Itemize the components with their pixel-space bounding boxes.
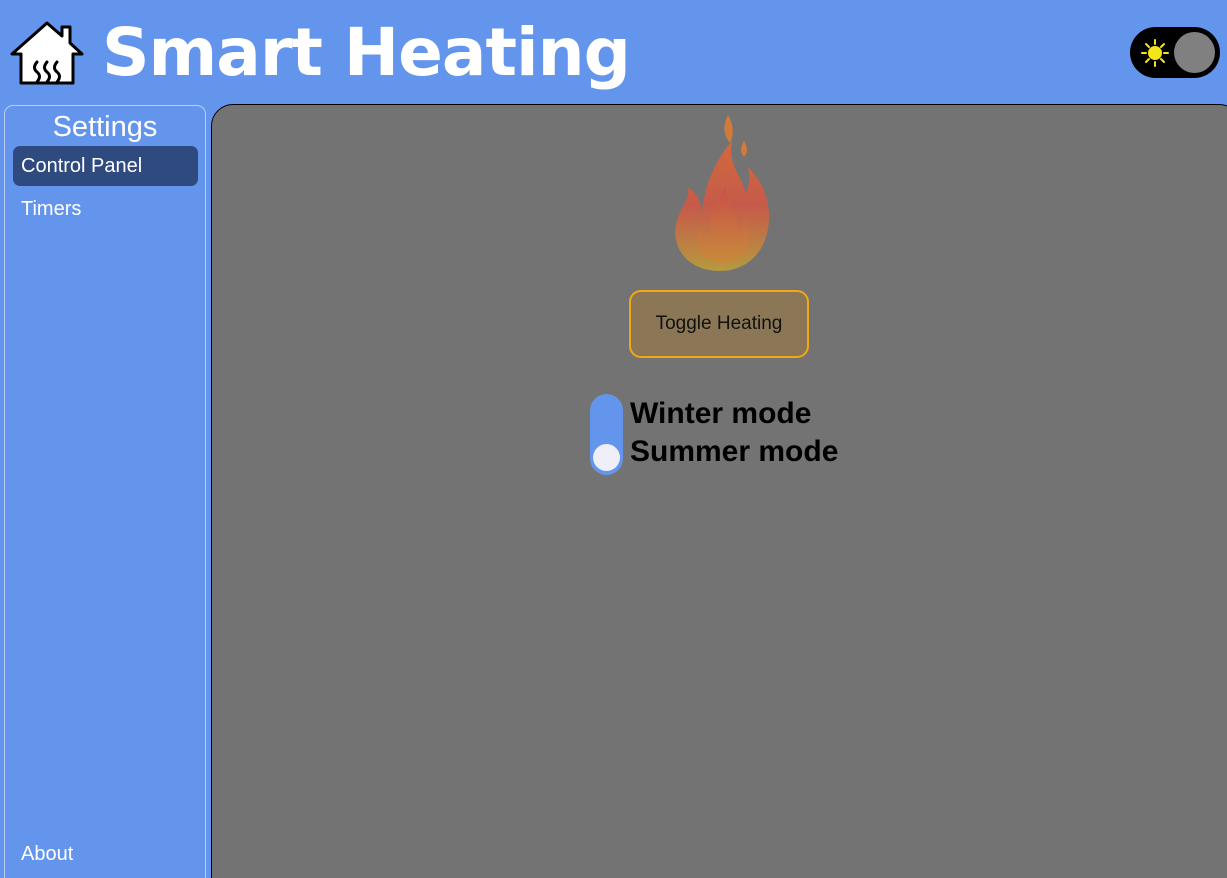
sun-icon: [1141, 39, 1169, 67]
flame-icon: [675, 115, 770, 271]
app-window: Smart Heating Settings Control Panel Tim…: [0, 0, 1227, 878]
summer-mode-label: Summer mode: [630, 435, 839, 468]
sidebar-item-about[interactable]: About: [13, 834, 198, 874]
sidebar-item-timers[interactable]: Timers: [13, 189, 198, 229]
header: Smart Heating: [0, 0, 1227, 104]
sidebar-title: Settings: [52, 111, 158, 143]
mode-switch[interactable]: [590, 394, 623, 475]
toggle-heating-button[interactable]: Toggle Heating: [629, 290, 809, 358]
sidebar-item-control-panel[interactable]: Control Panel: [13, 146, 198, 186]
winter-mode-label: Winter mode: [630, 397, 812, 430]
app-title: Smart Heating: [102, 14, 631, 91]
house-heating-icon[interactable]: [9, 20, 85, 86]
mode-switch-knob[interactable]: [593, 444, 620, 471]
sidebar: Settings Control Panel Timers About: [4, 105, 206, 878]
theme-toggle-knob[interactable]: [1174, 32, 1215, 73]
control-panel: Toggle Heating Winter mode Summer mode: [211, 104, 1227, 878]
theme-toggle[interactable]: [1130, 27, 1220, 78]
